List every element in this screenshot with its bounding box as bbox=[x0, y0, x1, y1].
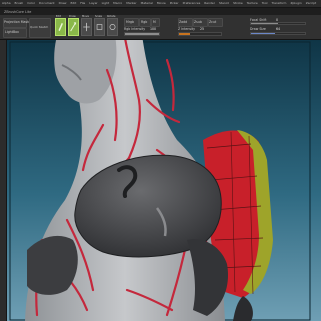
menu-bar: Alpha Brush Color Document Draw Edit File Layer… bbox=[0, 0, 321, 8]
mrgb-label: Mrgb bbox=[126, 20, 135, 24]
menu-item-draw[interactable]: Draw bbox=[57, 0, 69, 7]
menu-item-zplugin[interactable]: Zplugin bbox=[288, 0, 303, 7]
z-intensity-fill bbox=[179, 33, 190, 35]
draw-size-slider[interactable] bbox=[250, 32, 306, 35]
menu-item-transform[interactable]: Transform bbox=[270, 0, 289, 7]
z-intensity-label: Z Intensity bbox=[178, 27, 196, 31]
draw-size-label: Draw Size bbox=[250, 27, 266, 31]
rgb-intensity-fill bbox=[125, 33, 159, 35]
menu-item-stencil[interactable]: Stencil bbox=[217, 0, 231, 7]
left-tray[interactable] bbox=[0, 40, 7, 321]
rotate-icon[interactable] bbox=[107, 18, 118, 36]
menu-item-zscript[interactable]: Zscript bbox=[304, 0, 318, 7]
move-label: Move bbox=[82, 15, 89, 18]
app-title: ZBrushCore Lite bbox=[4, 9, 32, 14]
edit-icon[interactable] bbox=[55, 18, 66, 36]
z-intensity-value: 25 bbox=[200, 27, 205, 31]
focal-shift-slider[interactable] bbox=[250, 22, 306, 25]
rgb-intensity-label: Rgb Intensity bbox=[124, 27, 146, 31]
rotate-label: Rotate bbox=[107, 15, 116, 18]
rgb-intensity-value: 100 bbox=[150, 27, 157, 31]
menu-item-document[interactable]: Document bbox=[37, 0, 57, 7]
menu-item-layer[interactable]: Layer bbox=[87, 0, 99, 7]
menu-item-picker[interactable]: Picker bbox=[168, 0, 181, 7]
menu-item-render[interactable]: Render bbox=[202, 0, 217, 7]
menu-item-edit[interactable]: Edit bbox=[68, 0, 78, 7]
menu-item-alpha[interactable]: Alpha bbox=[0, 0, 13, 7]
sculpt-canvas[interactable] bbox=[7, 40, 321, 321]
zsub-label: Zsub bbox=[194, 20, 202, 24]
zcut-label: Zcut bbox=[209, 20, 217, 24]
canvas-viewport[interactable] bbox=[7, 40, 321, 321]
menu-item-brush[interactable]: Brush bbox=[13, 0, 26, 7]
draw-icon[interactable] bbox=[68, 18, 79, 36]
menu-item-light[interactable]: Light bbox=[100, 0, 112, 7]
lightbox-label: LightBox bbox=[5, 30, 19, 34]
quick-sketch-label: Quick Sketch bbox=[30, 25, 49, 29]
z-intensity-slider[interactable] bbox=[178, 32, 222, 36]
menu-item-file[interactable]: File bbox=[78, 0, 87, 7]
top-shelf: Projection Master LightBox Quick Sketch … bbox=[0, 15, 321, 40]
scale-icon[interactable] bbox=[94, 18, 105, 36]
projection-master-label: Projection Master bbox=[4, 20, 32, 24]
edit-label: Edit bbox=[56, 15, 62, 18]
zbrush-window: Alpha Brush Color Document Draw Edit File Layer… bbox=[0, 0, 321, 321]
title-bar: ZBrushCore Lite bbox=[0, 8, 321, 15]
menu-item-macro[interactable]: Macro bbox=[111, 0, 124, 7]
draw-size-value: 64 bbox=[276, 27, 281, 31]
m-label: M bbox=[153, 20, 156, 24]
rgb-intensity-slider[interactable] bbox=[124, 32, 160, 36]
move-icon[interactable] bbox=[81, 18, 92, 36]
menu-item-marker[interactable]: Marker bbox=[124, 0, 138, 7]
menu-item-color[interactable]: Color bbox=[25, 0, 37, 7]
menu-item-texture[interactable]: Texture bbox=[245, 0, 260, 7]
menu-item-preferences[interactable]: Preferences bbox=[181, 0, 203, 7]
menu-item-tool[interactable]: Tool bbox=[260, 0, 270, 7]
menu-item-movie[interactable]: Movie bbox=[155, 0, 168, 7]
focal-shift-fill bbox=[251, 23, 278, 24]
menu-item-stroke[interactable]: Stroke bbox=[231, 0, 245, 7]
zadd-label: Zadd bbox=[179, 20, 188, 24]
draw-size-fill bbox=[251, 33, 276, 34]
scale-label: Scale bbox=[95, 15, 102, 18]
menu-item-material[interactable]: Material bbox=[139, 0, 155, 7]
draw-label: Draw bbox=[69, 15, 76, 18]
rgb-label: Rgb bbox=[141, 20, 148, 24]
